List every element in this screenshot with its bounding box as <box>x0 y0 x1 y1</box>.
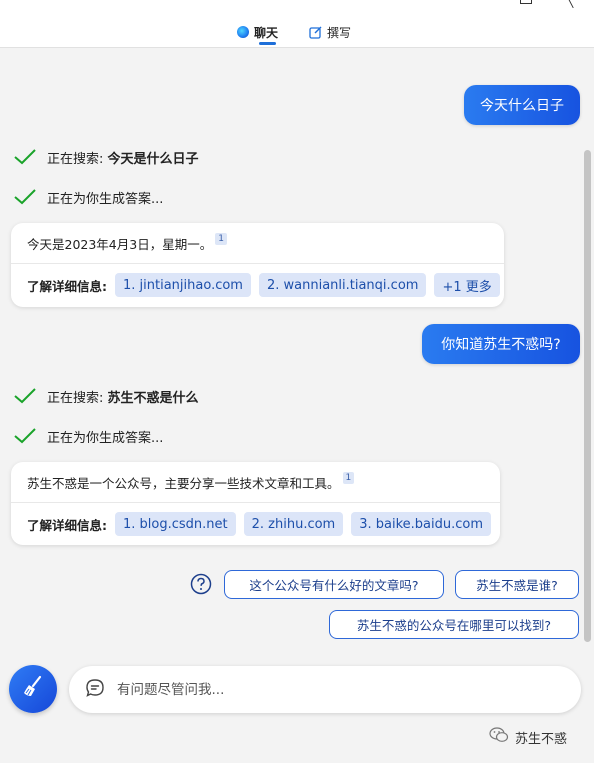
search-query: 苏生不惑是什么 <box>107 390 199 406</box>
tab-chat-label: 聊天 <box>254 25 279 40</box>
wechat-icon <box>489 727 509 747</box>
source-link[interactable]: 1. blog.csdn.net <box>115 512 236 536</box>
status-searching: 正在搜索: 今天是什么日子 <box>14 145 199 169</box>
watermark-text: 苏生不惑 <box>515 731 568 747</box>
answer-card: 苏生不惑是一个公众号，主要分享一些技术文章和工具。 1 了解详细信息: 1. b… <box>11 462 500 545</box>
source-link[interactable]: 1. jintianjihao.com <box>115 273 251 297</box>
status-text: 正在为你生成答案... <box>47 191 164 207</box>
links-label: 了解详细信息: <box>27 517 107 533</box>
answer-text-row: 苏生不惑是一个公众号，主要分享一些技术文章和工具。 1 <box>27 472 355 492</box>
help-question-icon <box>190 573 212 599</box>
links-label: 了解详细信息: <box>27 278 107 294</box>
answer-card: 今天是2023年4月3日，星期一。 1 了解详细信息: 1. jintianji… <box>11 223 504 307</box>
status-text: 正在为你生成答案... <box>47 430 164 446</box>
broom-icon <box>20 674 46 704</box>
chat-input-icon <box>85 678 105 702</box>
divider <box>11 263 504 264</box>
source-links: 了解详细信息: 1. jintianjihao.com 2. wannianli… <box>27 273 500 297</box>
check-icon <box>14 149 36 165</box>
search-query: 今天是什么日子 <box>107 151 199 167</box>
check-icon <box>14 388 36 404</box>
new-topic-button[interactable] <box>9 665 57 713</box>
scrollbar-thumb[interactable] <box>584 150 591 642</box>
tab-chat[interactable]: 聊天 <box>237 21 278 43</box>
answer-text: 苏生不惑是一个公众号，主要分享一些技术文章和工具。 <box>27 476 340 491</box>
user-message: 今天什么日子 <box>464 85 580 125</box>
answer-text-row: 今天是2023年4月3日，星期一。 1 <box>27 233 227 253</box>
status-text: 正在搜索: 今天是什么日子 <box>47 151 199 167</box>
maximize-icon[interactable] <box>520 0 532 4</box>
tab-compose[interactable]: 撰写 <box>309 21 351 43</box>
source-links: 了解详细信息: 1. blog.csdn.net 2. zhihu.com 3.… <box>27 512 491 536</box>
active-tab-indicator <box>259 42 276 45</box>
watermark: 苏生不惑 <box>489 727 567 747</box>
status-generating: 正在为你生成答案... <box>14 424 163 448</box>
suggestion-chip[interactable]: 这个公众号有什么好的文章吗? <box>224 570 444 599</box>
answer-text: 今天是2023年4月3日，星期一。 <box>27 237 213 252</box>
divider <box>11 502 500 503</box>
source-link[interactable]: 2. wannianli.tianqi.com <box>258 273 427 297</box>
check-icon <box>14 428 36 444</box>
tab-compose-label: 撰写 <box>327 25 352 40</box>
status-text: 正在搜索: 苏生不惑是什么 <box>47 390 199 406</box>
suggestion-chip[interactable]: 苏生不惑是谁? <box>455 570 579 599</box>
chat-input[interactable] <box>117 681 517 698</box>
more-links-button[interactable]: +1 更多 <box>434 273 500 297</box>
citation-badge[interactable]: 1 <box>215 233 227 245</box>
chat-bubble-icon <box>237 26 249 38</box>
close-icon[interactable]: ╲ <box>566 0 578 7</box>
user-message: 你知道苏生不惑吗? <box>422 324 580 364</box>
check-icon <box>14 189 36 205</box>
status-generating: 正在为你生成答案... <box>14 185 163 209</box>
top-bar: ╲ 聊天 撰写 <box>0 0 594 48</box>
chat-input-container[interactable] <box>69 666 581 713</box>
suggestion-chip[interactable]: 苏生不惑的公众号在哪里可以找到? <box>329 610 579 639</box>
source-link[interactable]: 3. baike.baidu.com <box>351 512 491 536</box>
source-link[interactable]: 2. zhihu.com <box>243 512 344 536</box>
compose-icon <box>309 26 322 39</box>
citation-badge[interactable]: 1 <box>342 472 355 484</box>
status-searching: 正在搜索: 苏生不惑是什么 <box>14 384 199 408</box>
